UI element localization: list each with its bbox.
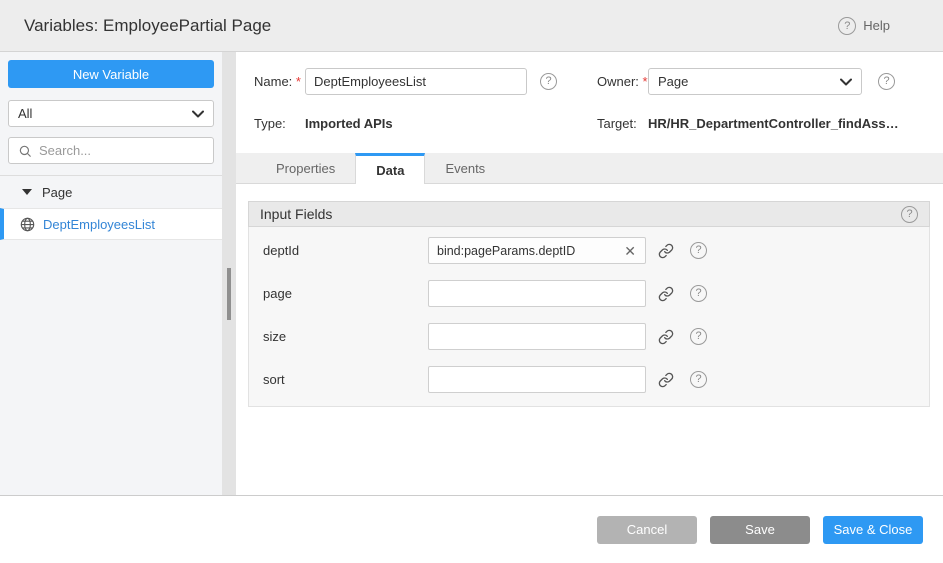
tree-item-label: DeptEmployeesList xyxy=(43,217,155,232)
new-variable-button[interactable]: New Variable xyxy=(8,60,214,88)
variables-sidebar: New Variable All Page xyxy=(0,52,222,495)
field-help-icon[interactable]: ? xyxy=(690,371,707,388)
input-fields-title: Input Fields xyxy=(260,206,332,222)
type-target-row: Type: Imported APIs Target: HR/HR_Depart… xyxy=(254,116,943,131)
chevron-down-icon xyxy=(192,106,204,121)
name-help-icon[interactable]: ? xyxy=(540,73,557,90)
type-value: Imported APIs xyxy=(305,116,597,131)
filter-selected-value: All xyxy=(18,106,32,121)
input-fields-header: Input Fields ? xyxy=(248,201,930,227)
globe-icon xyxy=(20,217,35,232)
tree-group-page[interactable]: Page xyxy=(0,176,222,208)
owner-selected-value: Page xyxy=(658,74,688,89)
field-row-size: size ? xyxy=(263,323,929,350)
name-label: Name: * xyxy=(254,74,305,89)
variable-name-input[interactable] xyxy=(305,68,527,95)
owner-help-icon[interactable]: ? xyxy=(878,73,895,90)
input-fields-help-icon[interactable]: ? xyxy=(901,206,918,223)
variable-detail-panel: Name: * ? Owner: * Page ? Type: Imported… xyxy=(236,52,943,495)
tab-events[interactable]: Events xyxy=(425,153,505,183)
sort-input[interactable] xyxy=(429,373,645,387)
search-icon xyxy=(18,144,32,158)
variables-dialog: Variables: EmployeePartial Page ? Help N… xyxy=(0,0,943,563)
variable-filter-select[interactable]: All xyxy=(8,100,214,127)
field-label: page xyxy=(263,286,428,301)
bind-link-icon[interactable] xyxy=(658,243,674,259)
tree-item-deptemployeeslist[interactable]: DeptEmployeesList xyxy=(0,208,222,240)
page-input[interactable] xyxy=(429,287,645,301)
owner-select[interactable]: Page xyxy=(648,68,862,95)
field-row-page: page ? xyxy=(263,280,929,307)
dialog-header: Variables: EmployeePartial Page ? Help xyxy=(0,0,943,52)
dialog-footer: Cancel Save Save & Close xyxy=(0,495,943,563)
tree-group-label: Page xyxy=(42,185,72,200)
field-row-sort: sort ? xyxy=(263,366,929,393)
input-fields-section: Input Fields ? deptId ✕ ? xyxy=(248,201,930,407)
target-label: Target: xyxy=(597,116,648,131)
bind-link-icon[interactable] xyxy=(658,329,674,345)
scrollbar-thumb[interactable] xyxy=(227,268,231,320)
required-asterisk: * xyxy=(296,74,301,89)
size-input-wrap xyxy=(428,323,646,350)
owner-label: Owner: * xyxy=(597,74,648,89)
deptid-input[interactable] xyxy=(429,244,615,258)
field-help-icon[interactable]: ? xyxy=(690,285,707,302)
field-row-deptid: deptId ✕ ? xyxy=(263,237,929,264)
size-input[interactable] xyxy=(429,330,645,344)
bind-link-icon[interactable] xyxy=(658,286,674,302)
variable-search xyxy=(8,137,214,164)
target-value: HR/HR_DepartmentController_findAss… xyxy=(648,116,899,131)
name-owner-row: Name: * ? Owner: * Page ? xyxy=(254,68,943,95)
chevron-down-icon xyxy=(840,74,852,89)
clear-binding-icon[interactable]: ✕ xyxy=(615,244,645,258)
search-input[interactable] xyxy=(39,143,204,158)
required-asterisk: * xyxy=(643,74,648,89)
help-question-icon: ? xyxy=(838,17,856,35)
dialog-body: New Variable All Page xyxy=(0,52,943,495)
detail-tabs: Properties Data Events xyxy=(236,153,943,184)
tab-properties[interactable]: Properties xyxy=(256,153,355,183)
page-input-wrap xyxy=(428,280,646,307)
type-label: Type: xyxy=(254,116,305,131)
tab-data[interactable]: Data xyxy=(355,153,425,184)
save-button[interactable]: Save xyxy=(710,516,810,544)
field-help-icon[interactable]: ? xyxy=(690,328,707,345)
bind-link-icon[interactable] xyxy=(658,372,674,388)
field-label: sort xyxy=(263,372,428,387)
page-title: Variables: EmployeePartial Page xyxy=(24,16,271,36)
vertical-scrollbar[interactable] xyxy=(222,52,236,495)
collapse-triangle-icon xyxy=(22,189,32,195)
sort-input-wrap xyxy=(428,366,646,393)
help-link[interactable]: ? Help xyxy=(838,17,890,35)
field-label: deptId xyxy=(263,243,428,258)
save-and-close-button[interactable]: Save & Close xyxy=(823,516,923,544)
input-fields-body: deptId ✕ ? page xyxy=(248,227,930,407)
cancel-button[interactable]: Cancel xyxy=(597,516,697,544)
field-label: size xyxy=(263,329,428,344)
help-label: Help xyxy=(863,18,890,33)
field-help-icon[interactable]: ? xyxy=(690,242,707,259)
deptid-input-wrap: ✕ xyxy=(428,237,646,264)
